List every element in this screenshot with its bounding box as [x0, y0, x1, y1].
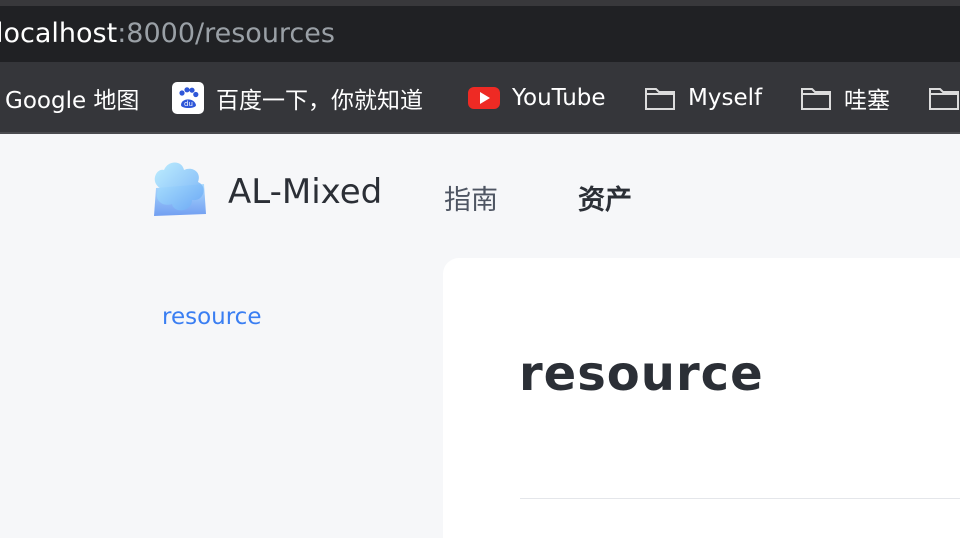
bookmark-folder-myself[interactable]: Myself [644, 82, 762, 114]
nav-guide[interactable]: 指南 [444, 178, 498, 217]
bookmarks-bar: Google 地图 du 百度一下，你就知道 YouTube Myself 哇塞 [0, 62, 960, 134]
bookmark-label: 哇塞 [844, 88, 890, 114]
url-path: :8000/resources [117, 18, 335, 49]
site-brand[interactable]: AL-Mixed [228, 172, 382, 212]
url-host: localhost [0, 18, 118, 49]
bookmark-label: 百度一下，你就知道 [216, 88, 423, 114]
divider [520, 498, 960, 499]
baidu-icon: du [172, 82, 204, 114]
url-text[interactable]: localhost:8000/resources [0, 18, 335, 50]
bookmark-label: Google 地图 [5, 88, 140, 114]
bookmark-label: Myself [688, 85, 763, 111]
address-bar[interactable]: localhost:8000/resources [0, 6, 960, 62]
nav-assets[interactable]: 资产 [578, 178, 632, 217]
bookmark-google-maps[interactable]: Google 地图 [5, 82, 139, 114]
folder-icon [800, 82, 832, 114]
sidebar-item-resource[interactable]: resource [162, 304, 261, 330]
svg-text:du: du [184, 100, 193, 108]
youtube-icon [468, 82, 500, 114]
bookmark-folder-wasai[interactable]: 哇塞 [800, 82, 890, 114]
main-content: resource [443, 258, 960, 538]
folder-icon [644, 82, 676, 114]
bookmark-label: YouTube [512, 85, 606, 111]
site-logo-icon[interactable] [148, 158, 212, 222]
bookmark-youtube[interactable]: YouTube [468, 82, 606, 114]
page-title: resource [519, 346, 764, 402]
page: AL-Mixed 指南 资产 resource resource [0, 136, 960, 538]
bookmark-folder-overflow[interactable] [928, 82, 960, 114]
folder-icon [928, 82, 960, 114]
bookmark-baidu[interactable]: du 百度一下，你就知道 [172, 82, 423, 114]
